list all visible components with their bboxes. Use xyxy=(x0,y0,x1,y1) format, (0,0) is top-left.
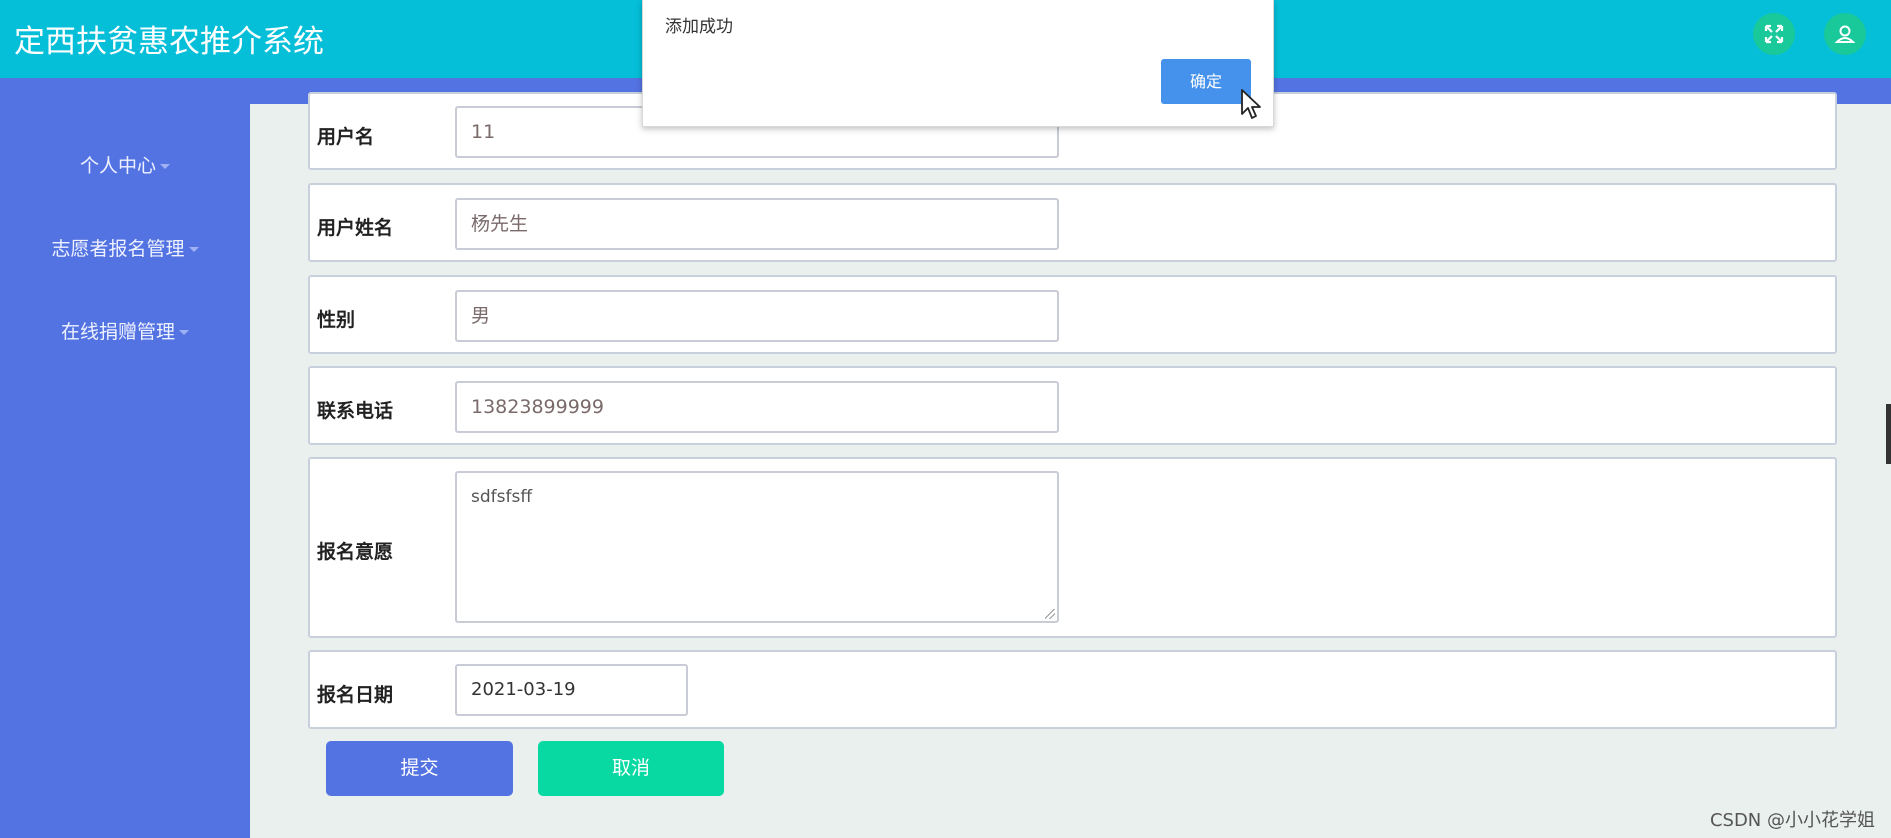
form-row-intention: 报名意愿 sdfsfsff xyxy=(308,457,1837,638)
submit-button[interactable]: 提交 xyxy=(326,741,513,796)
realname-label: 用户姓名 xyxy=(317,217,394,239)
form-row-realname: 用户姓名 杨先生 xyxy=(308,183,1837,262)
scrollbar-thumb[interactable] xyxy=(1886,404,1891,464)
resize-grip-icon[interactable] xyxy=(1045,609,1055,619)
form-row-gender: 性别 男 xyxy=(308,275,1837,354)
gender-input[interactable]: 男 xyxy=(455,290,1059,342)
sidebar-item-label: 志愿者报名管理 xyxy=(51,238,185,260)
sidebar: 个人中心 志愿者报名管理 在线捐赠管理 xyxy=(0,104,250,838)
user-icon[interactable] xyxy=(1824,13,1866,55)
sidebar-item-label: 个人中心 xyxy=(79,155,156,177)
fullscreen-icon-glyph xyxy=(1764,24,1784,44)
intention-label: 报名意愿 xyxy=(317,541,394,563)
form-row-date: 报名日期 2021-03-19 xyxy=(308,650,1837,729)
sidebar-item-label: 在线捐赠管理 xyxy=(60,321,175,343)
chevron-down-icon xyxy=(188,247,199,252)
dialog-message: 添加成功 xyxy=(665,17,733,37)
cancel-button[interactable]: 取消 xyxy=(538,741,724,796)
phone-input[interactable]: 13823899999 xyxy=(455,381,1059,433)
fullscreen-icon[interactable] xyxy=(1753,13,1795,55)
intention-text: sdfsfsff xyxy=(471,487,533,507)
chevron-down-icon xyxy=(160,164,170,169)
sidebar-item-donation-management[interactable]: 在线捐赠管理 xyxy=(0,317,250,344)
phone-label: 联系电话 xyxy=(317,400,394,422)
intention-textarea[interactable]: sdfsfsff xyxy=(455,471,1059,623)
username-label: 用户名 xyxy=(317,126,375,148)
gender-label: 性别 xyxy=(317,309,356,331)
user-icon-glyph xyxy=(1834,25,1856,43)
alert-dialog: 添加成功 确定 xyxy=(642,0,1274,127)
app-title: 定西扶贫惠农推介系统 xyxy=(14,24,324,60)
form-row-phone: 联系电话 13823899999 xyxy=(308,366,1837,445)
chevron-down-icon xyxy=(179,330,189,335)
dialog-ok-button[interactable]: 确定 xyxy=(1161,59,1251,104)
sidebar-item-personal-center[interactable]: 个人中心 xyxy=(0,151,250,178)
date-input[interactable]: 2021-03-19 xyxy=(455,664,688,716)
realname-input[interactable]: 杨先生 xyxy=(455,198,1059,250)
mouse-cursor-icon xyxy=(1240,88,1262,124)
date-label: 报名日期 xyxy=(317,684,394,706)
sidebar-item-volunteer-management[interactable]: 志愿者报名管理 xyxy=(0,234,250,261)
watermark: CSDN @小小花学姐 xyxy=(1709,810,1875,831)
